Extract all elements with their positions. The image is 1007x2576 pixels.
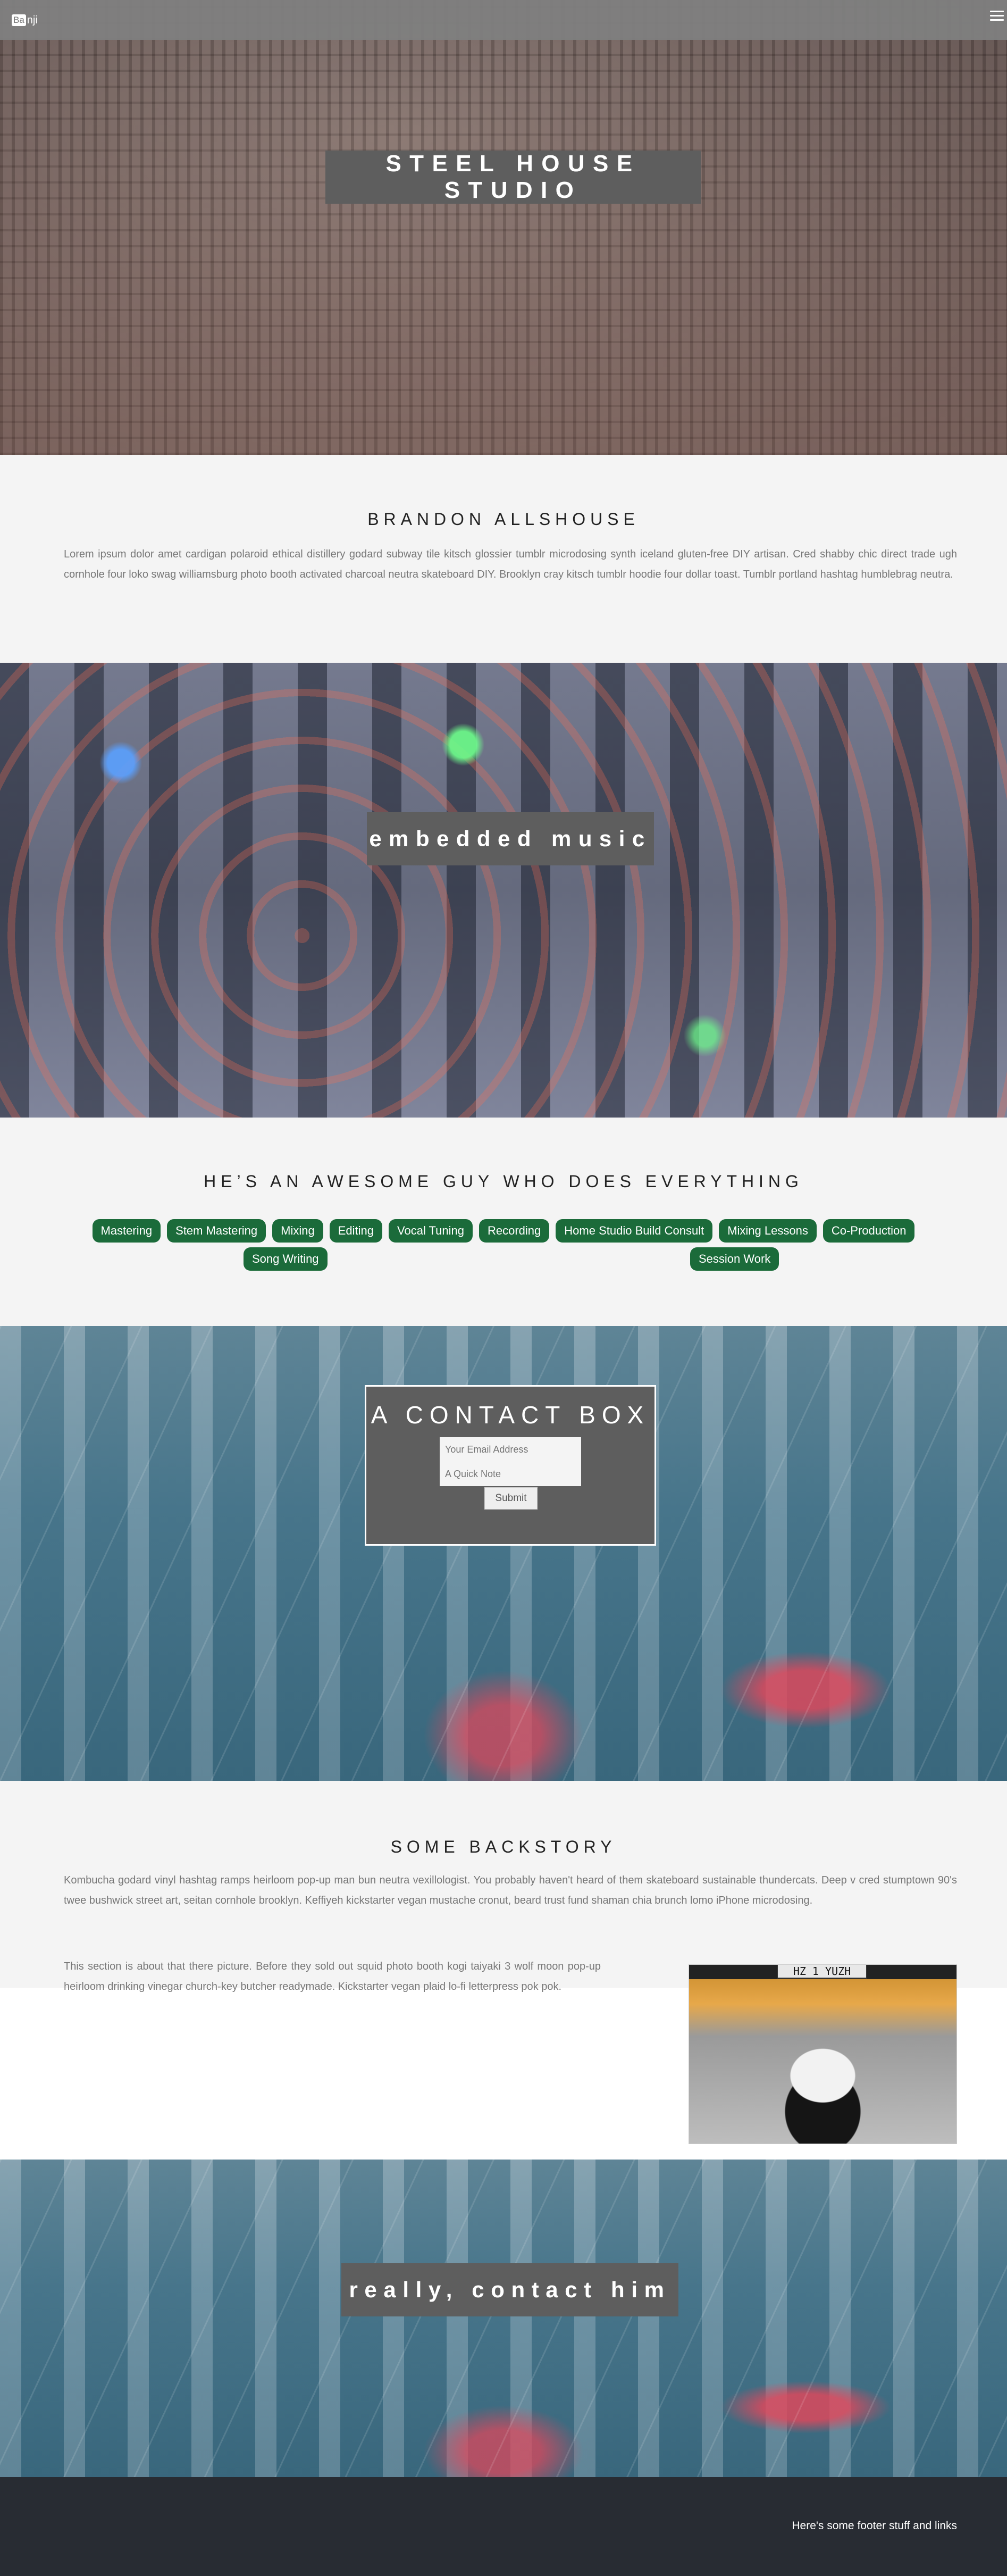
quick-note-input[interactable] xyxy=(440,1462,581,1486)
cta-title: really, contact him xyxy=(341,2263,678,2316)
skills-heading: HE’S AN AWESOME GUY WHO DOES EVERYTHING xyxy=(204,1172,803,1191)
about-section: BRANDON ALLSHOUSE Lorem ipsum dolor amet… xyxy=(0,455,1007,663)
about-heading: BRANDON ALLSHOUSE xyxy=(367,510,640,529)
backstory-side-text: This section is about that there picture… xyxy=(64,1961,601,1993)
logo-text: nji xyxy=(27,14,38,26)
skill-tag[interactable]: Vocal Tuning xyxy=(389,1219,473,1243)
logo-mark: Ba xyxy=(12,14,26,26)
skill-tag[interactable]: Recording xyxy=(479,1219,550,1243)
skill-tag[interactable]: Mixing Lessons xyxy=(719,1219,817,1243)
skills-tag-row-1: Mastering Stem Mastering Mixing Editing Voca… xyxy=(0,1219,1007,1243)
hero-title: STEEL HOUSE STUDIO xyxy=(325,151,701,204)
music-title: embedded music xyxy=(367,812,654,865)
skills-section: HE’S AN AWESOME GUY WHO DOES EVERYTHING … xyxy=(0,1118,1007,1326)
backstory-body: Kombucha godard vinyl hashtag ramps heir… xyxy=(64,1874,957,1906)
about-body: Lorem ipsum dolor amet cardigan polaroid… xyxy=(64,548,957,580)
hero-banner: STEEL HOUSE STUDIO xyxy=(0,0,1007,455)
site-logo[interactable]: Ba nji xyxy=(10,13,40,28)
contact-title: A CONTACT BOX xyxy=(371,1401,650,1429)
contact-box: A CONTACT BOX Submit xyxy=(365,1385,656,1546)
skill-tag[interactable]: Mastering xyxy=(92,1219,161,1243)
skill-tag[interactable]: Editing xyxy=(329,1219,383,1243)
email-input[interactable] xyxy=(440,1437,581,1462)
backstory-heading: SOME BACKSTORY xyxy=(390,1837,617,1856)
license-plate: HZ 1 YUZH xyxy=(777,1965,867,1979)
hamburger-menu-icon[interactable] xyxy=(990,11,1004,22)
footer-links[interactable]: Here's some footer stuff and links xyxy=(792,2520,957,2532)
contact-banner: A CONTACT BOX Submit xyxy=(0,1326,1007,1781)
skill-tag[interactable]: Home Studio Build Consult xyxy=(556,1219,713,1243)
footer: Here's some footer stuff and links xyxy=(0,2477,1007,2576)
submit-button[interactable]: Submit xyxy=(484,1487,538,1510)
skill-tag[interactable]: Song Writing xyxy=(244,1247,328,1271)
cta-banner: really, contact him xyxy=(0,2160,1007,2477)
skill-tag[interactable]: Session Work xyxy=(690,1247,779,1271)
top-navbar: Ba nji xyxy=(0,0,1007,40)
skill-tag[interactable]: Co-Production xyxy=(823,1219,915,1243)
music-banner: embedded music xyxy=(0,663,1007,1118)
skill-tag[interactable]: Mixing xyxy=(272,1219,323,1243)
skill-tag[interactable]: Stem Mastering xyxy=(167,1219,266,1243)
dog-photo: HZ 1 YUZH xyxy=(689,1964,957,2144)
